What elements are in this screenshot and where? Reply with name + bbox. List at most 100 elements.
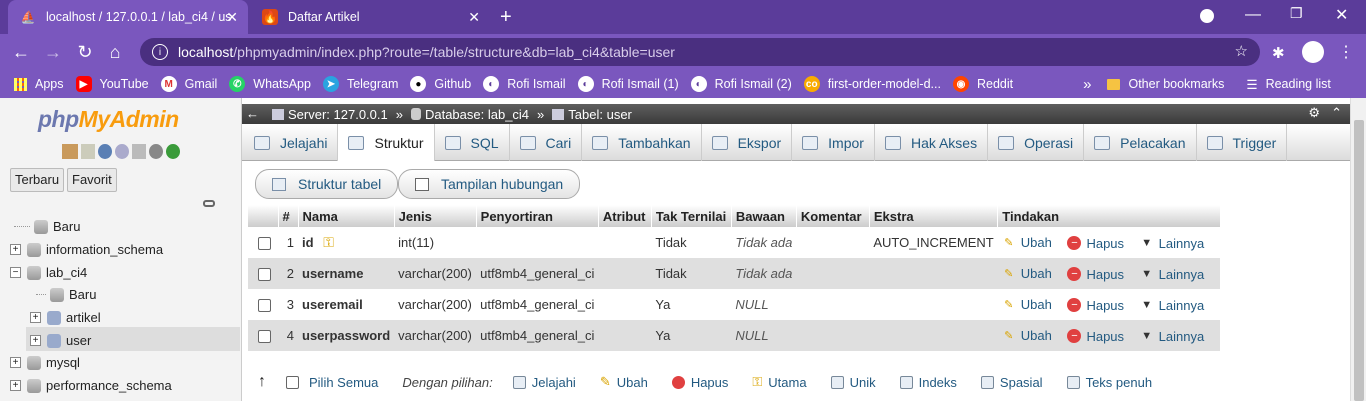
row-checkbox[interactable] (258, 268, 271, 282)
column-header-comments[interactable]: Komentar (796, 205, 870, 227)
phpmyadmin-logo[interactable]: phpMyAdmin (38, 106, 179, 133)
copy-icon[interactable] (132, 144, 146, 159)
edit-button[interactable]: ✎ Ubah (1002, 297, 1052, 312)
bulk-browse-button[interactable]: Jelajahi (512, 375, 576, 390)
row-checkbox[interactable] (258, 237, 271, 251)
tab-export[interactable]: Ekspor (702, 124, 793, 161)
favorite-button[interactable]: Favorit (67, 168, 117, 192)
tree-item-lab-ci4[interactable]: − lab_ci4 (10, 265, 87, 280)
expand-icon[interactable]: + (30, 312, 41, 323)
column-header-default[interactable]: Bawaan (731, 205, 797, 227)
bulk-unique-button[interactable]: Unik (830, 375, 876, 390)
home-icon[interactable]: ⌂ (104, 41, 126, 63)
drop-button[interactable]: − Hapus (1067, 329, 1124, 344)
select-all-checkbox[interactable] (286, 375, 299, 389)
other-bookmarks[interactable]: Other bookmarks (1107, 77, 1224, 91)
bookmark-star-icon[interactable]: ☆ (1235, 42, 1248, 60)
site-info-icon[interactable]: i (152, 44, 168, 60)
drop-button[interactable]: − Hapus (1067, 236, 1124, 251)
breadcrumb-server[interactable]: Server: 127.0.0.1 (288, 107, 388, 122)
column-header-name[interactable]: Nama (298, 205, 395, 227)
more-button[interactable]: ▼ Lainnya (1140, 298, 1204, 313)
tree-item-mysql[interactable]: + mysql (10, 355, 80, 370)
bulk-edit-button[interactable]: ✎ Ubah (600, 374, 648, 390)
tab-sql[interactable]: SQL (435, 124, 510, 161)
menu-icon[interactable]: ⋮ (1338, 42, 1354, 62)
sql-icon[interactable] (81, 144, 95, 159)
tree-item-information-schema[interactable]: + information_schema (10, 242, 163, 257)
more-bookmarks-button[interactable]: » (1083, 76, 1091, 93)
window-close-icon[interactable]: ✕ (1335, 5, 1348, 25)
scrollbar-thumb[interactable] (1354, 120, 1364, 401)
tab-search[interactable]: Cari (510, 124, 583, 161)
more-button[interactable]: ▼ Lainnya (1140, 329, 1204, 344)
table-structure-button[interactable]: Struktur tabel (255, 169, 399, 199)
row-name[interactable]: id (302, 235, 314, 250)
bulk-index-button[interactable]: Indeks (899, 375, 957, 390)
refresh-icon[interactable] (166, 144, 180, 159)
extensions-icon[interactable]: ✱ (1272, 44, 1285, 62)
tree-item-new[interactable]: Baru (14, 219, 80, 234)
tab-browse[interactable]: Jelajahi (242, 124, 339, 161)
bookmark-telegram[interactable]: ➤ Telegram (322, 76, 398, 92)
tab-import[interactable]: Impor (792, 124, 875, 161)
tab-triggers[interactable]: Trigger (1197, 124, 1288, 161)
bulk-spatial-button[interactable]: Spasial (980, 375, 1043, 390)
collapse-icon[interactable]: ⌃ (1331, 105, 1342, 121)
avatar[interactable] (1302, 41, 1324, 63)
expand-icon[interactable]: + (10, 244, 21, 255)
column-header-number[interactable]: # (278, 205, 299, 227)
row-name[interactable]: username (302, 266, 363, 281)
forward-icon[interactable]: → (42, 41, 64, 63)
bookmark-gmail[interactable]: M Gmail (160, 76, 217, 92)
drop-button[interactable]: − Hapus (1067, 267, 1124, 282)
expand-icon[interactable]: + (10, 357, 21, 368)
gear-icon[interactable] (149, 144, 163, 159)
help-icon[interactable] (115, 144, 129, 159)
column-header-attributes[interactable]: Atribut (598, 205, 652, 227)
expand-icon[interactable]: + (10, 380, 21, 391)
new-tab-icon[interactable]: + (500, 6, 512, 29)
select-all-label[interactable]: Pilih Semua (309, 375, 378, 390)
reload-icon[interactable]: ↻ (74, 41, 96, 63)
tree-item-performance-schema[interactable]: + performance_schema (10, 378, 172, 393)
bookmark-rofi-ismail[interactable]: ◐ Rofi Ismail (483, 76, 566, 92)
bookmark-first-order-model[interactable]: co first-order-model-d... (803, 76, 941, 92)
collapse-icon[interactable]: − (10, 267, 21, 278)
minimize-icon[interactable]: — (1245, 6, 1261, 24)
row-name[interactable]: userpassword (302, 328, 390, 343)
reading-list[interactable]: ☰ Reading list (1246, 77, 1331, 92)
close-icon[interactable]: ✕ (226, 9, 238, 26)
close-icon[interactable]: ✕ (468, 9, 480, 26)
tree-item-new-table[interactable]: Baru (36, 287, 96, 302)
tree-item-artikel[interactable]: + artikel (30, 310, 101, 325)
link-icon[interactable] (203, 200, 215, 207)
bulk-primary-button[interactable]: ⚿ Utama (752, 374, 806, 390)
recent-button[interactable]: Terbaru (10, 168, 65, 192)
tab-insert[interactable]: Tambahkan (582, 124, 702, 161)
relation-view-button[interactable]: Tampilan hubungan (398, 169, 581, 199)
browser-tab-phpmyadmin[interactable]: ⛵ localhost / 127.0.0.1 / lab_ci4 / us ✕ (8, 0, 248, 34)
collapse-arrow-icon[interactable]: ← (246, 106, 259, 121)
docs-icon[interactable] (98, 144, 112, 159)
bookmark-rofi-ismail-1[interactable]: ◐ Rofi Ismail (1) (577, 76, 679, 92)
bookmark-rofi-ismail-2[interactable]: ◐ Rofi Ismail (2) (690, 76, 792, 92)
bookmark-reddit[interactable]: ◉ Reddit (952, 76, 1013, 92)
more-button[interactable]: ▼ Lainnya (1140, 267, 1204, 282)
bookmark-whatsapp[interactable]: ✆ WhatsApp (229, 76, 311, 92)
address-bar[interactable]: i localhost/phpmyadmin/index.php?route=/… (140, 38, 1260, 66)
bookmark-github[interactable]: ● Github (410, 76, 471, 92)
bulk-fulltext-button[interactable]: Teks penuh (1066, 375, 1152, 390)
home-icon[interactable] (62, 144, 78, 159)
breadcrumb-table[interactable]: Tabel: user (568, 107, 632, 122)
row-checkbox[interactable] (258, 299, 271, 313)
edit-button[interactable]: ✎ Ubah (1002, 235, 1052, 250)
bookmark-apps[interactable]: Apps (14, 77, 64, 91)
row-name[interactable]: useremail (302, 297, 363, 312)
tab-operations[interactable]: Operasi (988, 124, 1085, 161)
gear-icon[interactable]: ⚙ (1308, 105, 1320, 121)
tab-privileges[interactable]: Hak Akses (875, 124, 989, 161)
bulk-drop-button[interactable]: Hapus (671, 375, 728, 390)
tree-item-user[interactable]: + user (30, 333, 91, 348)
column-header-null[interactable]: Tak Ternilai (651, 205, 732, 227)
